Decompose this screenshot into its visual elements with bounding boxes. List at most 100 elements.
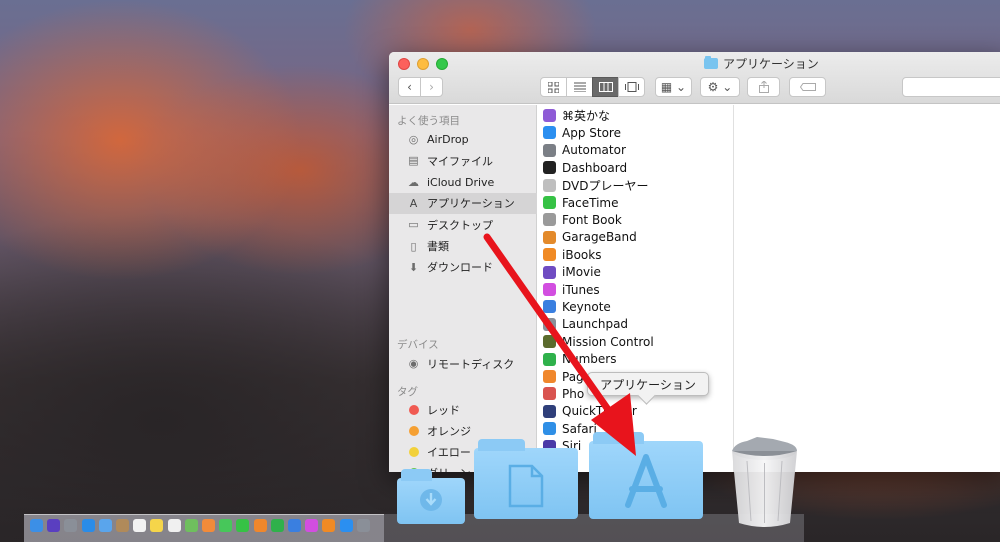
action-button[interactable]: ⚙ ⌄ [700,77,740,97]
file-list-item[interactable]: Font Book [537,211,734,228]
file-name: Automator [562,143,626,158]
reminders-icon[interactable] [167,519,181,532]
appstore-icon[interactable] [339,519,353,532]
edit-tags-button[interactable] [789,77,826,97]
chevron-left-icon: ‹ [407,80,412,94]
file-list-item[interactable]: iMovie [537,264,734,281]
downloads-icon: ⬇ [408,260,419,274]
safari-icon[interactable] [81,519,95,532]
cover-flow-button[interactable] [618,77,645,97]
folder-icon [704,55,718,69]
file-list-item[interactable]: App Store [537,124,734,141]
tag-color-dot-icon [409,447,419,458]
app-icon [543,265,556,279]
cloud-icon: ☁ [408,175,419,189]
file-name: Safari [562,421,597,436]
minimize-window-button[interactable] [417,58,429,70]
file-list-item[interactable]: Automator [537,142,734,159]
file-list-item[interactable]: iTunes [537,281,734,298]
file-name: App Store [562,125,621,140]
maximize-window-button[interactable] [436,58,448,70]
list-view-button[interactable] [566,77,593,97]
app-icon [543,335,556,349]
sidebar-item[interactable]: ▯ 書類 [389,236,537,257]
file-list-item[interactable]: Numbers [537,351,734,368]
maps-icon[interactable] [184,519,198,532]
tag-color-dot-icon [409,425,419,436]
sidebar-tag-label: イエロー [427,446,471,460]
itunes-icon[interactable] [305,519,319,532]
dock-downloads-folder[interactable] [397,469,465,524]
chevron-right-icon: › [429,80,434,94]
close-window-button[interactable] [398,58,410,70]
contacts-icon[interactable] [116,519,129,532]
facetime-icon[interactable] [236,519,250,532]
preferences-icon[interactable] [356,519,370,532]
mail-icon[interactable] [98,519,112,532]
dock-tooltip: アプリケーション [587,372,709,396]
sidebar-item[interactable]: ☁ iCloud Drive [389,172,537,193]
file-name: iBooks [562,247,602,262]
app-icon [543,387,556,401]
file-list-item[interactable]: iBooks [537,246,734,263]
trash-icon[interactable] [727,433,802,529]
app-icon [543,300,556,314]
sidebar-item[interactable]: A アプリケーション [389,192,537,214]
sidebar-item[interactable]: ⬇ ダウンロード [389,257,537,278]
ibooks-icon[interactable] [322,519,336,532]
sidebar: よく使う項目 ◎ AirDrop ▤ マイファイル ☁ iCloud Drive A アプリケー… [389,105,537,472]
file-list-item[interactable]: DVDプレーヤー [537,177,734,194]
search-field[interactable] [902,77,1000,97]
window-title-text: アプリケーション [723,56,819,71]
arrange-icon: ▦ ⌄ [660,80,687,94]
finder-icon[interactable] [30,519,43,532]
sidebar-item[interactable]: ◎ AirDrop [389,129,537,150]
back-button[interactable]: ‹ [398,77,421,97]
forward-button[interactable]: › [420,77,443,97]
app-icon [543,404,556,418]
app-store-a-icon [625,454,667,508]
sidebar-item[interactable]: ◉ リモートディスク [389,353,537,374]
tag-icon [799,83,816,91]
calendar-icon[interactable] [133,519,147,532]
file-list-item[interactable]: FaceTime [537,194,734,211]
tooltip-text: アプリケーション [600,377,696,392]
arrange-button[interactable]: ▦ ⌄ [655,77,692,97]
file-name: Pho [562,386,585,401]
file-list-item[interactable]: Launchpad [537,316,734,333]
sidebar-tag-label: グリーン [427,465,470,472]
dock-applications-folder[interactable] [589,432,703,519]
pages-icon[interactable] [253,519,267,532]
file-list-item[interactable]: Dashboard [537,159,734,176]
app-icon [543,161,556,175]
app-icon [543,196,556,209]
notes-icon[interactable] [150,519,164,532]
file-list-item[interactable]: ⌘英かな [537,107,734,124]
folder-tab [478,439,525,451]
sidebar-item-label: AirDrop [427,133,469,146]
document-icon [508,464,544,508]
sidebar-item[interactable]: ▤ マイファイル [389,150,537,171]
launchpad-icon[interactable] [64,519,78,532]
file-list-item[interactable]: QuickTi ayer [537,403,734,420]
photos-icon[interactable] [202,519,215,532]
sidebar-tag-label: レッド [427,403,460,417]
sidebar-item-label: リモートディスク [427,357,515,371]
sidebar-item[interactable]: ▭ デスクトップ [389,214,537,235]
file-list-item[interactable]: Keynote [537,298,734,315]
finder-window: アプリケーション ‹ › ▦ ⌄ ⚙ ⌄ よく使う項目 ◎ AirDrop ▤ … [389,52,1000,472]
column-view-button[interactable] [592,77,619,97]
dock-documents-folder[interactable] [474,439,578,519]
file-list-item[interactable]: Mission Control [537,333,734,350]
keynote-icon[interactable] [288,519,301,532]
app-icon [543,230,556,244]
airdrop-icon: ◎ [408,133,419,146]
icon-view-button[interactable] [540,77,567,97]
messages-icon[interactable] [219,519,233,532]
siri-icon[interactable] [47,519,61,532]
file-list-item[interactable]: GarageBand [537,229,734,246]
numbers-icon[interactable] [270,519,284,532]
cover-flow-icon [624,82,639,92]
sidebar-tag[interactable]: レッド [389,399,537,420]
share-button[interactable] [747,77,780,97]
